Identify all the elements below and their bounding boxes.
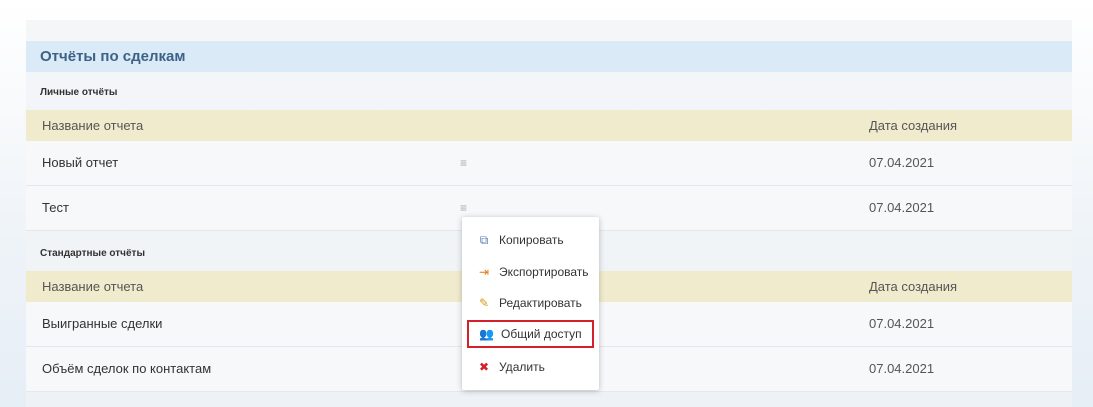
report-name[interactable]: Тест [42,186,69,230]
menu-item-delete[interactable]: ✖ Удалить [467,353,594,381]
report-name[interactable]: Новый отчет [42,141,118,185]
copy-icon: ⧉ [479,233,489,247]
pencil-icon: ✎ [478,296,490,310]
context-menu: ⧉ Копировать ⇥ Экспортировать ✎ Редактир… [462,217,599,390]
standard-reports-label: Стандартные отчёты [40,248,145,259]
row-menu-icon[interactable]: ≡ [460,141,467,185]
report-name[interactable]: Выигранные сделки [42,302,162,346]
menu-item-export[interactable]: ⇥ Экспортировать [467,258,594,286]
personal-table-header: Название отчета Дата создания [26,110,1072,141]
delete-icon: ✖ [478,360,490,374]
menu-item-copy[interactable]: ⧉ Копировать [467,226,594,254]
menu-item-edit[interactable]: ✎ Редактировать [467,289,594,317]
table-row[interactable]: Новый отчет ≡ 07.04.2021 [26,141,1072,186]
report-date: 07.04.2021 [869,316,935,331]
users-icon: 👥 [479,327,494,341]
report-date: 07.04.2021 [869,361,935,376]
column-header-name: Название отчета [42,118,144,133]
menu-item-label: Удалить [499,360,545,374]
column-header-name: Название отчета [42,279,144,294]
menu-item-label: Экспортировать [499,265,589,279]
report-name[interactable]: Объём сделок по контактам [42,347,211,391]
menu-item-label: Общий доступ [501,327,582,341]
personal-reports-label: Личные отчёты [40,87,118,98]
report-date: 07.04.2021 [869,155,935,170]
menu-item-label: Копировать [499,233,564,247]
panel-title: Отчёты по сделкам [26,41,1072,72]
column-header-date: Дата создания [869,279,958,294]
report-date: 07.04.2021 [869,200,935,215]
menu-item-share[interactable]: 👥 Общий доступ [467,320,594,348]
column-header-date: Дата создания [869,118,958,133]
menu-item-label: Редактировать [499,296,582,310]
export-icon: ⇥ [478,265,490,279]
